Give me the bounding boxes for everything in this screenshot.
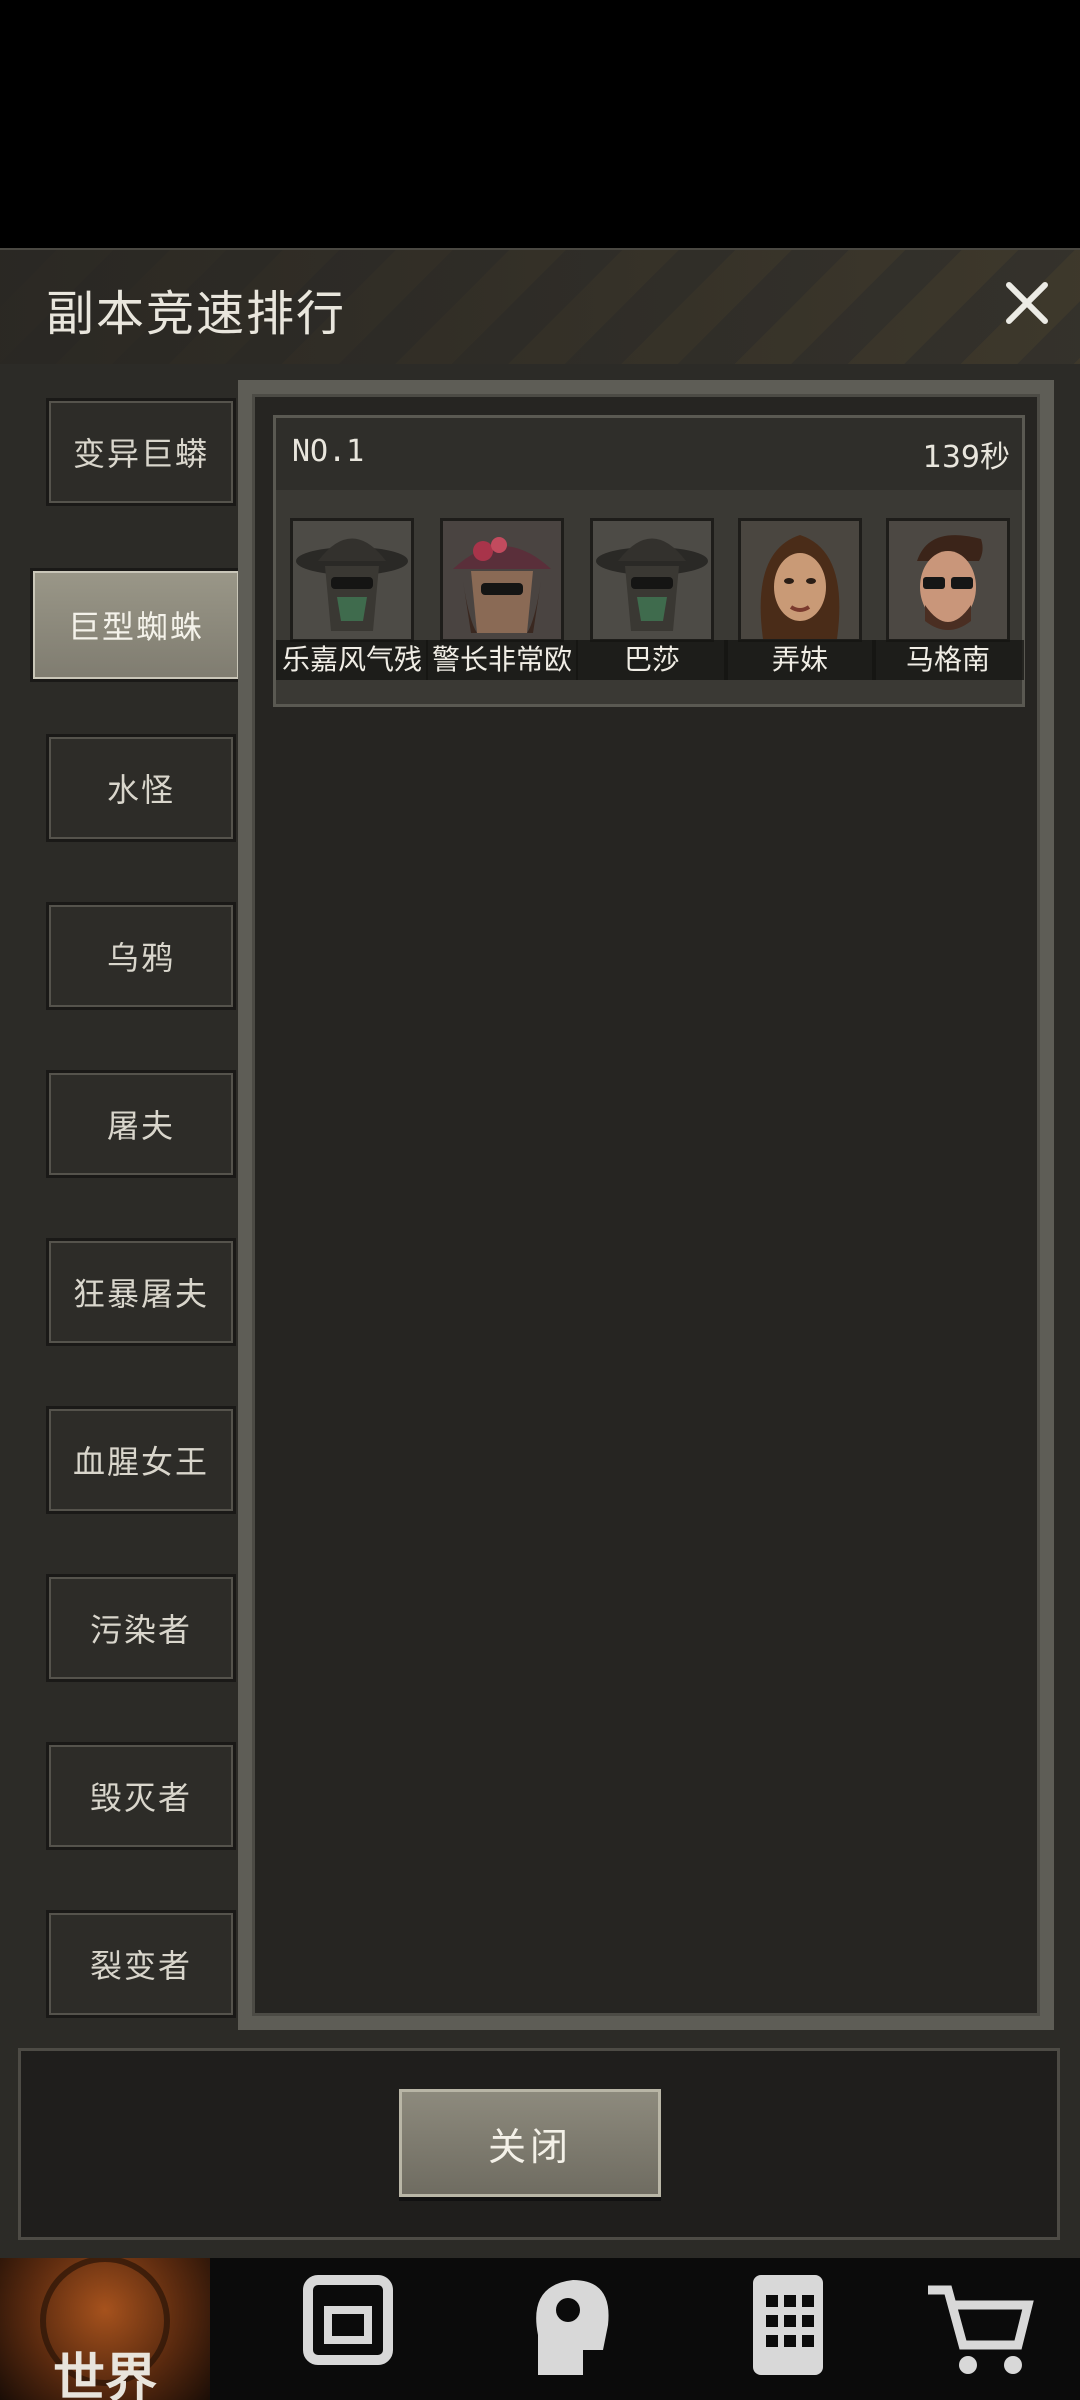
team-member[interactable]: 马格南: [872, 518, 1024, 682]
tab-boss-5[interactable]: 狂暴屠夫: [46, 1238, 236, 1346]
phone-icon: [753, 2275, 823, 2375]
member-name: 马格南: [872, 640, 1024, 680]
rank-time: 139秒: [922, 440, 1010, 475]
tab-label: 水怪: [106, 771, 175, 809]
tab-label: 毁灭者: [89, 1779, 192, 1817]
backpack-icon: [303, 2275, 393, 2365]
nav-world[interactable]: 世界: [0, 2250, 210, 2400]
flower-hat-avatar: [440, 518, 564, 642]
nav-backpack[interactable]: [240, 2250, 456, 2400]
cart-icon: [928, 2285, 1034, 2374]
tab-label: 狂暴屠夫: [72, 1275, 209, 1313]
tab-label: 污染者: [89, 1611, 192, 1649]
tab-boss-8[interactable]: 毁灭者: [46, 1742, 236, 1850]
tab-label: 乌鸦: [106, 939, 175, 977]
nav-phone[interactable]: [680, 2250, 896, 2400]
tab-boss-7[interactable]: 污染者: [46, 1574, 236, 1682]
bottom-nav: 世界: [0, 2250, 1080, 2400]
tab-boss-2[interactable]: 水怪: [46, 734, 236, 842]
masked-hat-avatar: [590, 518, 714, 642]
tab-boss-1[interactable]: 巨型蜘蛛: [30, 568, 242, 682]
close-button-label: 关闭: [487, 2124, 572, 2169]
dialog-title: 副本竞速排行: [46, 286, 347, 342]
tab-boss-6[interactable]: 血腥女王: [46, 1406, 236, 1514]
nav-shop[interactable]: [870, 2250, 1080, 2400]
ranking-panel: NO.1 139秒 乐嘉风气残 警长非常欧 巴莎 弄妹 马格南: [238, 380, 1054, 2030]
rank-number: NO.1: [292, 434, 365, 469]
team-member[interactable]: 弄妹: [724, 518, 876, 682]
nav-character[interactable]: [460, 2250, 676, 2400]
ranking-list[interactable]: NO.1 139秒 乐嘉风气残 警长非常欧 巴莎 弄妹 马格南: [252, 394, 1040, 2016]
member-name: 乐嘉风气残: [276, 640, 428, 680]
team-member[interactable]: 巴莎: [576, 518, 728, 682]
masked-hat-avatar: [290, 518, 414, 642]
member-name: 巴莎: [576, 640, 728, 680]
dialog-footer: 关闭: [18, 2048, 1060, 2240]
nav-world-label: 世界: [52, 2349, 157, 2400]
tab-label: 屠夫: [106, 1107, 175, 1145]
tab-boss-9[interactable]: 裂变者: [46, 1910, 236, 2018]
rank-entry[interactable]: NO.1 139秒 乐嘉风气残 警长非常欧 巴莎 弄妹 马格南: [273, 415, 1025, 707]
tab-boss-0[interactable]: 变异巨蟒: [46, 398, 236, 506]
close-button[interactable]: 关闭: [399, 2089, 661, 2197]
close-icon[interactable]: [996, 272, 1058, 334]
tab-boss-4[interactable]: 屠夫: [46, 1070, 236, 1178]
tab-boss-3[interactable]: 乌鸦: [46, 902, 236, 1010]
dialog-header: 副本竞速排行: [0, 250, 1080, 364]
team-member[interactable]: 警长非常欧: [426, 518, 578, 682]
tab-label: 巨型蜘蛛: [67, 608, 204, 646]
woman-avatar: [738, 518, 862, 642]
tab-label: 变异巨蟒: [72, 435, 209, 473]
rank-entry-header: NO.1 139秒: [276, 418, 1022, 490]
member-name: 弄妹: [724, 640, 876, 680]
tab-label: 血腥女王: [72, 1443, 209, 1481]
member-name: 警长非常欧: [426, 640, 578, 680]
head-icon: [536, 2280, 609, 2375]
speedrun-ranking-dialog: 副本竞速排行 变异巨蟒 巨型蜘蛛 水怪 乌鸦 屠夫 狂暴屠夫 血腥女王 污染者 …: [0, 248, 1080, 2258]
team-member[interactable]: 乐嘉风气残: [276, 518, 428, 682]
sunglasses-man-avatar: [886, 518, 1010, 642]
tab-label: 裂变者: [89, 1947, 192, 1985]
